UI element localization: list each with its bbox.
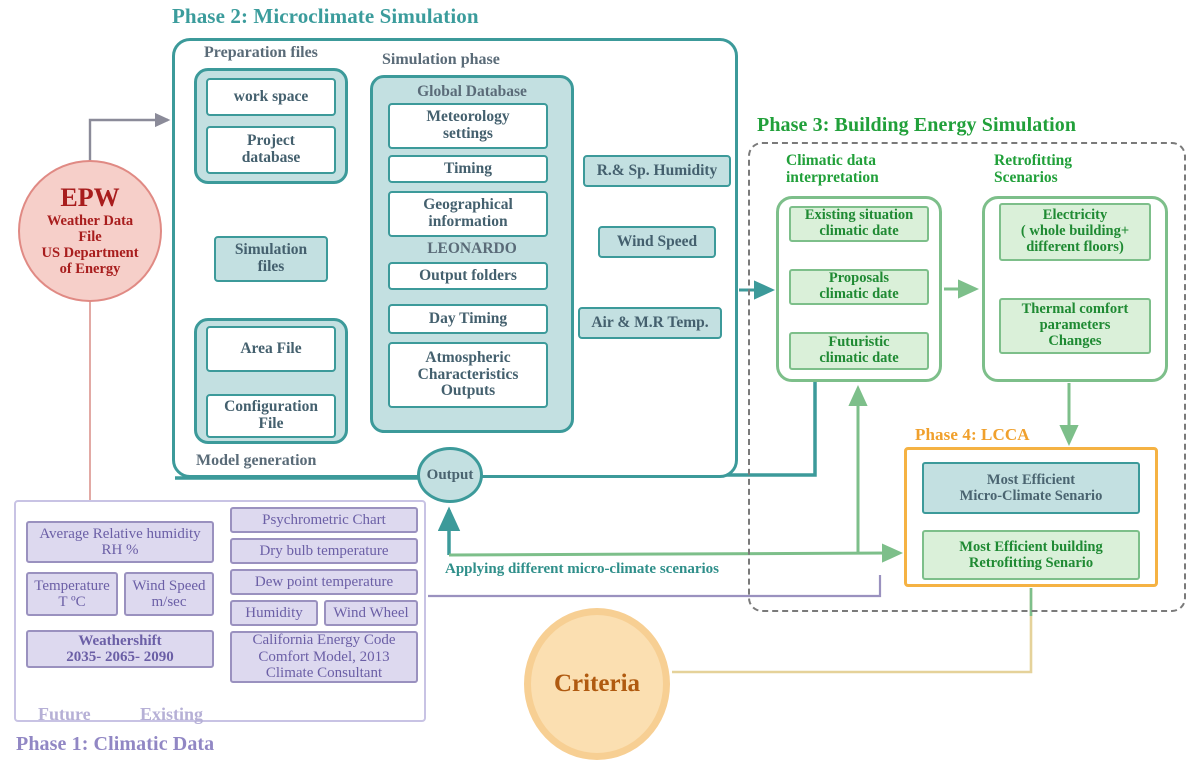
temperature-box[interactable]: Temperature T ºC	[26, 572, 118, 616]
futuristic-climatic-date-box[interactable]: Futuristic climatic date	[789, 332, 929, 370]
proposals-climatic-date-box[interactable]: Proposals climatic date	[789, 269, 929, 305]
wind-wheel-box[interactable]: Wind Wheel	[324, 600, 418, 626]
simulation-phase-label: Simulation phase	[382, 51, 500, 68]
most-efficient-building-retrofitting-senario-box[interactable]: Most Efficient building Retrofitting Sena…	[922, 530, 1140, 580]
preparation-files-label: Preparation files	[204, 44, 318, 61]
existing-situation-climatic-date-box[interactable]: Existing situation climatic date	[789, 206, 929, 242]
existing-branch-label: Existing	[140, 704, 204, 724]
thermal-comfort-parameters-box[interactable]: Thermal comfort parameters Changes	[999, 298, 1151, 354]
wind-speed-msec-box[interactable]: Wind Speed m/sec	[124, 572, 214, 616]
wind-speed-box[interactable]: Wind Speed	[598, 226, 716, 258]
average-relative-humidity-box[interactable]: Average Relative humidity RH %	[26, 521, 214, 563]
dew-point-temperature-box[interactable]: Dew point temperature	[230, 569, 418, 595]
psychrometric-chart-box[interactable]: Psychrometric Chart	[230, 507, 418, 533]
phase2-title: Phase 2: Microclimate Simulation	[172, 4, 479, 28]
future-branch-label: Future	[38, 704, 91, 724]
most-efficient-micro-climate-senario-box[interactable]: Most Efficient Micro-Climate Senario	[922, 462, 1140, 514]
humidity-box[interactable]: Humidity	[230, 600, 318, 626]
project-database-box[interactable]: Project database	[206, 126, 336, 174]
output-node[interactable]: Output	[417, 447, 483, 503]
electricity-box[interactable]: Electricity( whole building+ different fl…	[999, 203, 1151, 261]
epw-source-node[interactable]: EPW Weather Data File US Department of Ener…	[18, 160, 162, 302]
work-space-box[interactable]: work space	[206, 78, 336, 116]
output-folders-box[interactable]: Output folders	[388, 262, 548, 290]
epw-subtitle: Weather Data File US Department of Energy	[41, 212, 139, 278]
epw-title: EPW	[60, 182, 120, 212]
climate-consultant-box[interactable]: California Energy Code Comfort Model, 201…	[230, 631, 418, 683]
diagram-canvas: Phase 2: Microclimate Simulation Phase 3…	[0, 0, 1200, 768]
climatic-data-interpretation-label: Climatic data interpretation	[786, 152, 879, 187]
applying-scenarios-annotation: Applying different micro-climate scenari…	[445, 561, 719, 577]
model-generation-label: Model generation	[196, 452, 317, 469]
geographical-information-box[interactable]: Geographical information	[388, 191, 548, 237]
atmospheric-characteristics-outputs-box[interactable]: Atmospheric Characteristics Outputs	[388, 342, 548, 408]
phase3-title: Phase 3: Building Energy Simulation	[757, 114, 1077, 136]
configuration-file-box[interactable]: Configuration File	[206, 394, 336, 438]
leonardo-label: LEONARDO	[427, 240, 517, 257]
day-timing-box[interactable]: Day Timing	[388, 304, 548, 334]
air-mr-temperature-box[interactable]: Air & M.R Temp.	[578, 307, 722, 339]
timing-box[interactable]: Timing	[388, 155, 548, 183]
simulation-files-box[interactable]: Simulation files	[214, 236, 328, 282]
weathershift-box[interactable]: Weathershift 2035- 2065- 2090	[26, 630, 214, 668]
retrofitting-scenarios-label: Retrofitting Scenarios	[994, 152, 1073, 187]
global-database-label: Global Database	[417, 83, 527, 100]
meteorology-settings-box[interactable]: Meteorology settings	[388, 103, 548, 149]
relative-specific-humidity-box[interactable]: R.& Sp. Humidity	[583, 155, 731, 187]
dry-bulb-temperature-box[interactable]: Dry bulb temperature	[230, 538, 418, 564]
phase1-title: Phase 1: Climatic Data	[16, 733, 215, 755]
criteria-node[interactable]: Criteria	[524, 608, 670, 760]
area-file-box[interactable]: Area File	[206, 326, 336, 372]
